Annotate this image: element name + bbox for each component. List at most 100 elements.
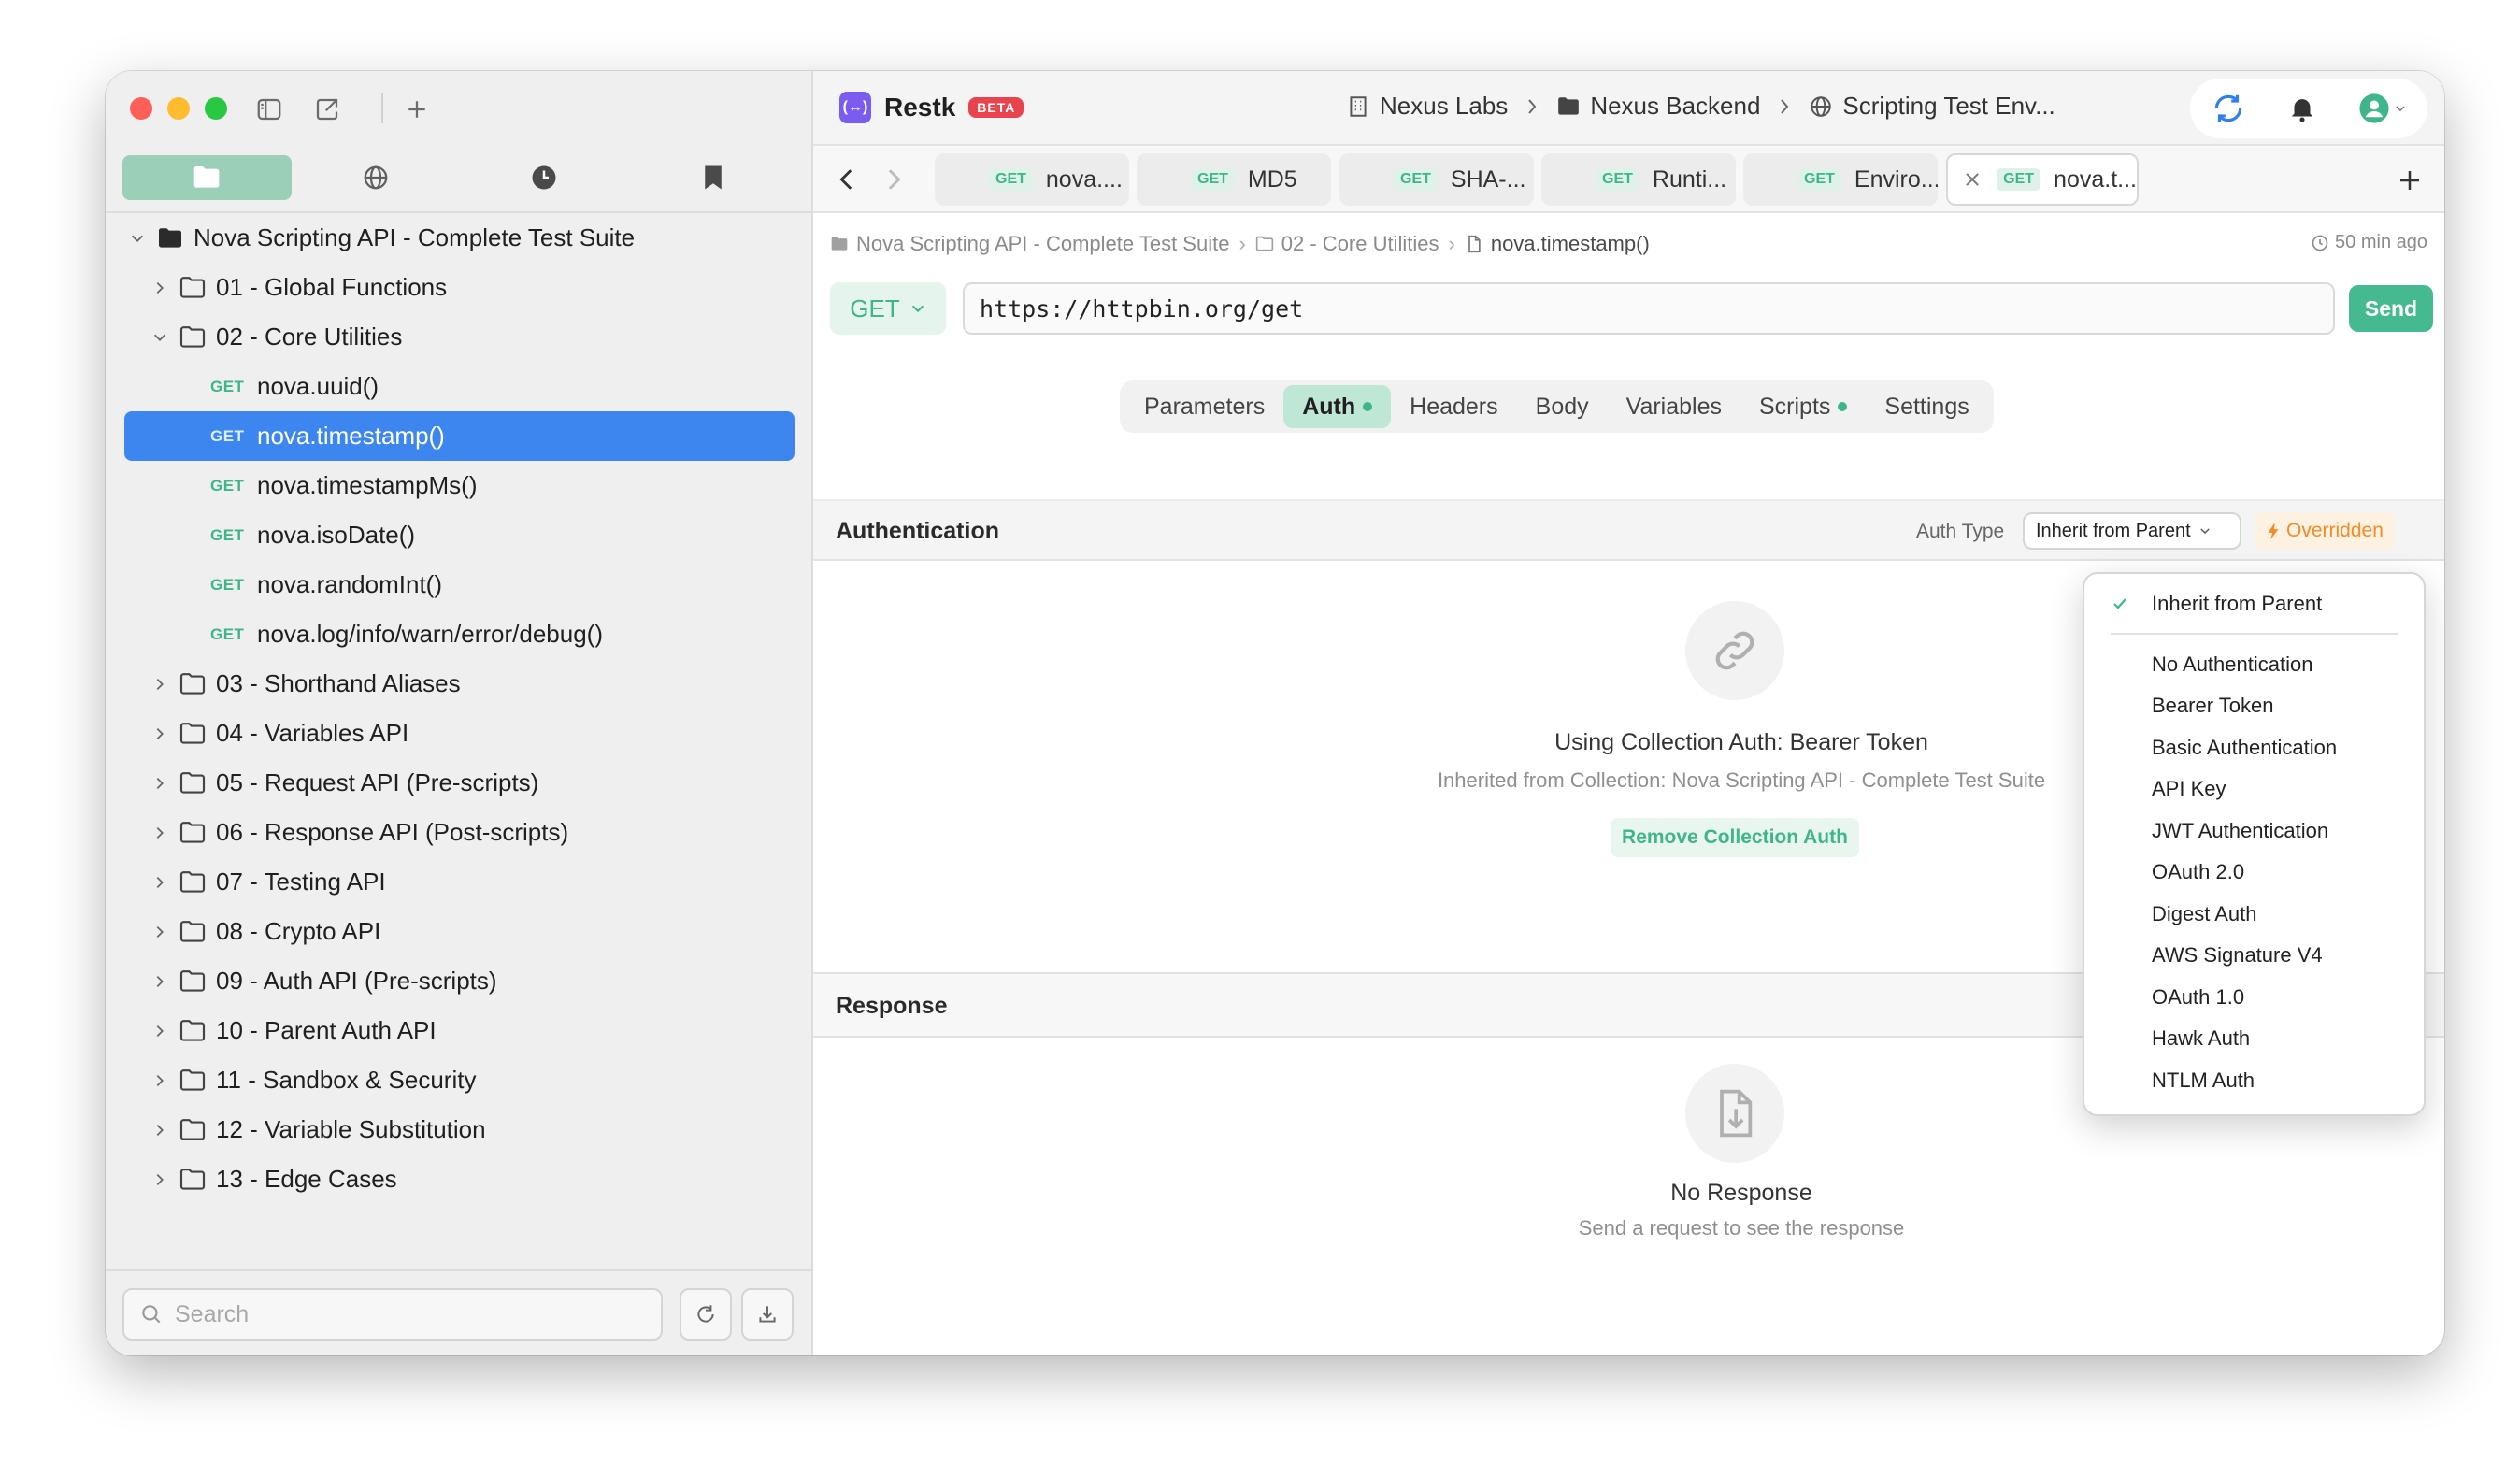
dropdown-option[interactable]: OAuth 2.0 [2084, 852, 2424, 894]
sidebar: Nova Scripting API - Complete Test Suite… [106, 71, 813, 1355]
tree-item-label: 09 - Auth API (Pre-scripts) [216, 967, 497, 995]
chevron-right-icon [150, 1022, 169, 1040]
chevron-right-icon [156, 1074, 164, 1086]
auth-type-select[interactable]: Inherit from Parent [2023, 512, 2241, 550]
chevron-right-icon [150, 774, 169, 793]
back-arrow-icon[interactable] [834, 166, 860, 193]
remove-collection-auth-button[interactable]: Remove Collection Auth [1611, 818, 1859, 857]
tree-item-label: nova.timestampMs() [257, 471, 478, 499]
maximize-window-button[interactable] [205, 97, 227, 120]
dropdown-option[interactable]: AWS Signature V4 [2084, 935, 2424, 977]
request-section-tab-bar: Parameters Auth Headers Body Variables Script… [1120, 380, 1994, 433]
request-tab[interactable]: GET nova.... [935, 153, 1129, 206]
globe-icon [364, 165, 388, 190]
breadcrumb-folder[interactable]: 02 - Core Utilities [1281, 232, 1439, 256]
tab-auth[interactable]: Auth [1283, 385, 1392, 428]
folder-icon [179, 870, 206, 893]
tab-settings[interactable]: Settings [1866, 385, 1987, 428]
dropdown-option[interactable]: API Key [2084, 768, 2424, 810]
tab-method-badge: GET [1997, 168, 2041, 191]
tree-request-item[interactable]: GET nova.log/info/warn/error/debug() [106, 609, 813, 659]
tree-folder-item[interactable]: 13 - Edge Cases [106, 1154, 813, 1204]
file-icon [1468, 235, 1481, 253]
send-button[interactable]: Send [2349, 285, 2433, 332]
dropdown-option[interactable]: Basic Authentication [2084, 727, 2424, 769]
forward-arrow-icon[interactable] [881, 166, 907, 193]
dropdown-option[interactable]: NTLM Auth [2084, 1060, 2424, 1102]
tree-item-label: nova.timestamp() [257, 422, 445, 450]
dropdown-option[interactable]: Bearer Token [2084, 685, 2424, 727]
chevron-right-icon [156, 876, 164, 888]
tree-request-item[interactable]: GET nova.timestampMs() [106, 461, 813, 510]
url-input[interactable] [980, 294, 2307, 323]
breadcrumb-collection[interactable]: Nova Scripting API - Complete Test Suite [856, 232, 1229, 256]
bell-icon[interactable] [2286, 93, 2318, 124]
request-tab[interactable]: GET MD5 [1137, 153, 1331, 206]
dropdown-option[interactable]: Hawk Auth [2084, 1018, 2424, 1060]
new-tab-plus-icon[interactable] [2396, 166, 2424, 194]
refresh-button[interactable] [680, 1288, 732, 1341]
import-button[interactable] [741, 1288, 794, 1341]
search-input[interactable] [175, 1300, 642, 1328]
tree-folder-item[interactable]: 05 - Request API (Pre-scripts) [106, 758, 813, 808]
tree-folder-item[interactable]: 11 - Sandbox & Security [106, 1055, 813, 1105]
tab-variables[interactable]: Variables [1608, 385, 1740, 428]
building-icon [1350, 95, 1367, 117]
lightning-icon [2268, 522, 2279, 540]
tree-request-item[interactable]: GET nova.uuid() [106, 362, 813, 411]
tree-folder-item[interactable]: 07 - Testing API [106, 857, 813, 907]
request-tab[interactable]: GET SHA-... [1339, 153, 1534, 206]
sidebar-toggle-icon[interactable] [255, 95, 283, 123]
tab-collections[interactable] [122, 155, 292, 200]
tree-request-item[interactable]: GET nova.isoDate() [106, 510, 813, 560]
tree-item-label: nova.uuid() [257, 372, 379, 400]
tab-label: Enviro... [1854, 165, 1938, 193]
tab-body[interactable]: Body [1517, 385, 1608, 428]
dropdown-option[interactable]: JWT Authentication [2084, 810, 2424, 853]
sync-icon[interactable] [2211, 91, 2246, 126]
tree-folder-item[interactable]: 04 - Variables API [106, 709, 813, 758]
dropdown-option[interactable]: No Authentication [2084, 644, 2424, 686]
account-menu[interactable] [2358, 93, 2407, 124]
tab-environments[interactable] [292, 155, 461, 200]
method-select[interactable]: GET [830, 282, 946, 335]
request-tab[interactable]: GET Enviro... [1743, 153, 1938, 206]
tab-scripts[interactable]: Scripts [1740, 385, 1866, 428]
tree-item-label: 12 - Variable Substitution [216, 1115, 486, 1143]
tab-headers[interactable]: Headers [1391, 385, 1517, 428]
environment-name[interactable]: Scripting Test Env... [1842, 92, 2055, 121]
workspace-name[interactable]: Nexus Labs [1380, 92, 1508, 121]
folder-icon [179, 672, 206, 695]
dropdown-option[interactable]: Digest Auth [2084, 894, 2424, 936]
dropdown-option[interactable]: OAuth 1.0 [2084, 977, 2424, 1019]
tab-parameters[interactable]: Parameters [1125, 385, 1283, 428]
tree-folder-item[interactable]: 08 - Crypto API [106, 907, 813, 956]
close-window-button[interactable] [130, 97, 152, 120]
tree-request-item[interactable]: GET nova.randomInt() [106, 560, 813, 609]
dropdown-option-label: OAuth 2.0 [2152, 860, 2245, 884]
folder-icon [179, 1118, 206, 1140]
tree-folder-item[interactable]: 06 - Response API (Post-scripts) [106, 808, 813, 857]
minimize-window-button[interactable] [167, 97, 190, 120]
clock-icon [2312, 235, 2328, 251]
tree-root-collection[interactable]: Nova Scripting API - Complete Test Suite [106, 213, 813, 263]
tab-bookmarks[interactable] [629, 155, 798, 200]
tab-history[interactable] [460, 155, 629, 200]
tree-folder-item[interactable]: 09 - Auth API (Pre-scripts) [106, 956, 813, 1006]
tree-folder-item[interactable]: 12 - Variable Substitution [106, 1105, 813, 1154]
tree-folder-item[interactable]: 02 - Core Utilities [106, 312, 813, 362]
export-icon[interactable] [313, 95, 341, 123]
project-name[interactable]: Nexus Backend [1590, 92, 1760, 121]
method-badge: GET [210, 575, 245, 594]
request-tab[interactable]: GET nova.t... [1946, 153, 2139, 206]
request-tab[interactable]: GET Runti... [1541, 153, 1736, 206]
tree-item-label: 04 - Variables API [216, 719, 409, 747]
tree-folder-item[interactable]: 01 - Global Functions [106, 263, 813, 312]
tree-folder-item[interactable]: 10 - Parent Auth API [106, 1006, 813, 1055]
dropdown-divider [2111, 632, 2398, 635]
chevron-down-icon [911, 305, 924, 313]
dropdown-option-selected[interactable]: Inherit from Parent [2084, 583, 2424, 625]
tree-request-item[interactable]: GET nova.timestamp() [124, 411, 795, 461]
tree-folder-item[interactable]: 03 - Shorthand Aliases [106, 659, 813, 709]
new-item-plus-icon[interactable] [403, 95, 431, 123]
